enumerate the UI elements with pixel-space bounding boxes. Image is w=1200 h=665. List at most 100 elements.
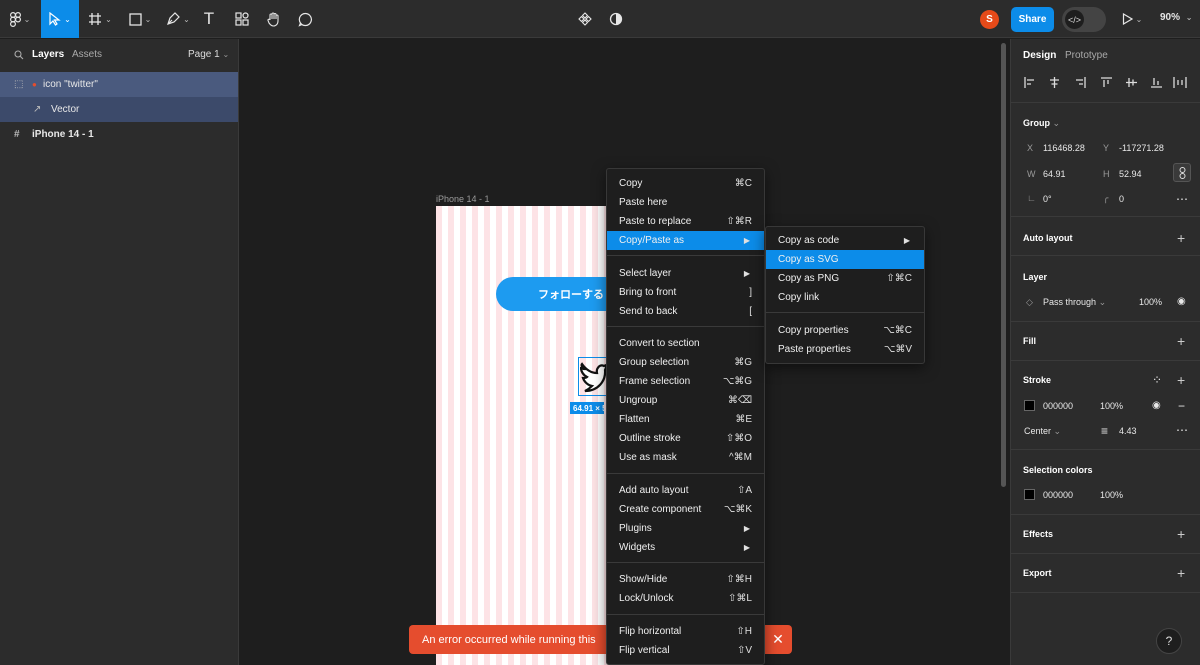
constrain-proportions-button[interactable] bbox=[1173, 163, 1191, 182]
align-horizontal-center-icon[interactable] bbox=[1049, 77, 1060, 88]
layer-row-vector[interactable]: ↗ Vector bbox=[0, 97, 238, 122]
menu-item-copy-properties[interactable]: Copy properties ⌥⌘C bbox=[766, 321, 924, 340]
frame-tool-button[interactable]: ⌄ bbox=[84, 0, 116, 38]
stroke-weight-input[interactable]: 4.43 bbox=[1119, 426, 1137, 436]
shape-tool-button[interactable]: ⌄ bbox=[124, 0, 156, 38]
menu-item-copy-paste-as[interactable]: Copy/Paste as ▶ bbox=[607, 231, 764, 250]
tab-prototype[interactable]: Prototype bbox=[1065, 50, 1108, 61]
move-tool-button[interactable]: ⌄ bbox=[41, 0, 79, 38]
present-button[interactable]: ⌄ bbox=[1118, 0, 1146, 38]
menu-item-create-component[interactable]: Create component ⌥⌘K bbox=[607, 500, 764, 519]
remove-stroke-icon[interactable]: − bbox=[1178, 399, 1185, 413]
blend-mode-select[interactable]: Pass through ⌄ bbox=[1043, 297, 1106, 308]
add-fill-icon[interactable]: + bbox=[1177, 334, 1185, 348]
width-input[interactable]: 64.91 bbox=[1043, 169, 1066, 179]
y-input[interactable]: -117271.28 bbox=[1119, 143, 1164, 153]
hand-tool-button[interactable] bbox=[263, 0, 283, 38]
height-input[interactable]: 52.94 bbox=[1119, 169, 1142, 179]
menu-item-paste-to-replace[interactable]: Paste to replace ⇧⌘R bbox=[607, 212, 764, 231]
menu-divider bbox=[607, 473, 764, 474]
stroke-position-select[interactable]: Center ⌄ bbox=[1024, 426, 1061, 437]
dev-mode-toggle[interactable]: </> bbox=[1062, 7, 1106, 32]
share-button[interactable]: Share bbox=[1011, 7, 1054, 32]
layer-opacity-input[interactable]: 100% bbox=[1139, 297, 1162, 307]
menu-item-plugins[interactable]: Plugins ▶ bbox=[607, 519, 764, 538]
menu-item-select-layer[interactable]: Select layer ▶ bbox=[607, 264, 764, 283]
menu-item-label: Copy link bbox=[778, 292, 820, 303]
comment-tool-button[interactable] bbox=[295, 0, 315, 38]
selection-bounding-box[interactable] bbox=[578, 357, 608, 396]
layer-row-icon-twitter[interactable]: ⬚ ● icon "twitter" bbox=[0, 72, 238, 97]
user-avatar[interactable]: S bbox=[980, 10, 999, 29]
text-tool-button[interactable]: T bbox=[199, 0, 219, 38]
styles-grid-icon[interactable]: ⁘ bbox=[1152, 373, 1162, 387]
menu-item-bring-to-front[interactable]: Bring to front] bbox=[607, 283, 764, 302]
rotation-input[interactable]: 0° bbox=[1043, 194, 1052, 204]
menu-item-show-hide[interactable]: Show/Hide ⇧⌘H bbox=[607, 570, 764, 589]
add-effect-icon[interactable]: + bbox=[1177, 527, 1185, 541]
align-bottom-icon[interactable] bbox=[1151, 77, 1162, 88]
frame-label[interactable]: iPhone 14 - 1 bbox=[436, 194, 490, 204]
selection-color-hex[interactable]: 000000 bbox=[1043, 490, 1073, 500]
align-vertical-center-icon[interactable] bbox=[1126, 77, 1137, 88]
menu-item-label: Copy/Paste as bbox=[619, 235, 685, 246]
menu-item-flip-vertical[interactable]: Flip vertical ⇧V bbox=[607, 641, 764, 660]
component-button[interactable] bbox=[575, 0, 595, 38]
menu-item-ungroup[interactable]: Ungroup ⌘⌫ bbox=[607, 391, 764, 410]
x-input[interactable]: 116468.28 bbox=[1043, 143, 1085, 153]
toast-close-button[interactable]: ✕ bbox=[764, 625, 792, 654]
more-options-icon[interactable]: ⋯ bbox=[1176, 192, 1188, 206]
layer-row-iphone-frame[interactable]: # iPhone 14 - 1 bbox=[0, 122, 238, 147]
distribute-icon[interactable] bbox=[1173, 77, 1187, 88]
menu-item-copy-as-png[interactable]: Copy as PNG ⇧⌘C bbox=[766, 269, 924, 288]
search-icon[interactable] bbox=[14, 50, 24, 60]
align-left-icon[interactable] bbox=[1024, 77, 1035, 88]
group-section-title[interactable]: Group ⌄ bbox=[1023, 118, 1060, 129]
vertical-scrollbar[interactable] bbox=[1001, 43, 1006, 487]
stroke-color-swatch[interactable] bbox=[1024, 400, 1035, 411]
menu-item-use-as-mask[interactable]: Use as mask ^⌘M bbox=[607, 448, 764, 467]
corner-radius-input[interactable]: 0 bbox=[1119, 194, 1124, 204]
menu-item-widgets[interactable]: Widgets ▶ bbox=[607, 538, 764, 557]
help-button[interactable]: ? bbox=[1156, 628, 1182, 654]
eye-icon[interactable]: ◉ bbox=[1177, 296, 1186, 307]
more-options-icon[interactable]: ⋯ bbox=[1176, 423, 1188, 437]
add-stroke-icon[interactable]: + bbox=[1177, 373, 1185, 387]
resources-button[interactable] bbox=[232, 0, 252, 38]
contrast-button[interactable] bbox=[606, 0, 626, 38]
main-menu-button[interactable]: ⌄ bbox=[0, 0, 40, 38]
menu-item-convert-to-section[interactable]: Convert to section bbox=[607, 334, 764, 353]
component-diamond-icon bbox=[578, 12, 592, 26]
menu-item-paste-here[interactable]: Paste here bbox=[607, 193, 764, 212]
menu-item-frame-selection[interactable]: Frame selection ⌥⌘G bbox=[607, 372, 764, 391]
align-right-icon[interactable] bbox=[1075, 77, 1086, 88]
menu-item-lock-unlock[interactable]: Lock/Unlock ⇧⌘L bbox=[607, 589, 764, 608]
add-export-icon[interactable]: + bbox=[1177, 566, 1185, 580]
page-selector[interactable]: Page 1 ⌄ bbox=[188, 49, 229, 60]
menu-item-send-to-back[interactable]: Send to back [ bbox=[607, 302, 764, 321]
menu-item-paste-properties[interactable]: Paste properties ⌥⌘V bbox=[766, 340, 924, 359]
tab-design[interactable]: Design bbox=[1023, 50, 1056, 61]
eye-icon[interactable]: ◉ bbox=[1152, 400, 1161, 411]
section-divider bbox=[1011, 592, 1200, 593]
tab-assets[interactable]: Assets bbox=[72, 49, 102, 60]
menu-item-copy-as-svg[interactable]: Copy as SVG bbox=[766, 250, 924, 269]
menu-item-copy-link[interactable]: Copy link bbox=[766, 288, 924, 307]
zoom-level[interactable]: 90% ⌄ bbox=[1160, 12, 1193, 23]
menu-item-add-auto-layout[interactable]: Add auto layout ⇧A bbox=[607, 481, 764, 500]
align-top-icon[interactable] bbox=[1101, 77, 1112, 88]
stroke-opacity-input[interactable]: 100% bbox=[1100, 401, 1123, 411]
selection-color-opacity[interactable]: 100% bbox=[1100, 490, 1123, 500]
menu-item-outline-stroke[interactable]: Outline stroke ⇧⌘O bbox=[607, 429, 764, 448]
stroke-color-hex[interactable]: 000000 bbox=[1043, 401, 1073, 411]
selection-color-swatch[interactable] bbox=[1024, 489, 1035, 500]
menu-item-shortcut: ⇧⌘O bbox=[725, 433, 752, 444]
add-auto-layout-icon[interactable]: + bbox=[1177, 231, 1185, 245]
tab-layers[interactable]: Layers bbox=[32, 49, 64, 60]
menu-item-copy-as-code[interactable]: Copy as code ▶ bbox=[766, 231, 924, 250]
menu-item-flip-horizontal[interactable]: Flip horizontal ⇧H bbox=[607, 622, 764, 641]
menu-item-group-selection[interactable]: Group selection ⌘G bbox=[607, 353, 764, 372]
pen-tool-button[interactable]: ⌄ bbox=[162, 0, 194, 38]
menu-item-copy[interactable]: Copy ⌘C bbox=[607, 174, 764, 193]
menu-item-flatten[interactable]: Flatten ⌘E bbox=[607, 410, 764, 429]
